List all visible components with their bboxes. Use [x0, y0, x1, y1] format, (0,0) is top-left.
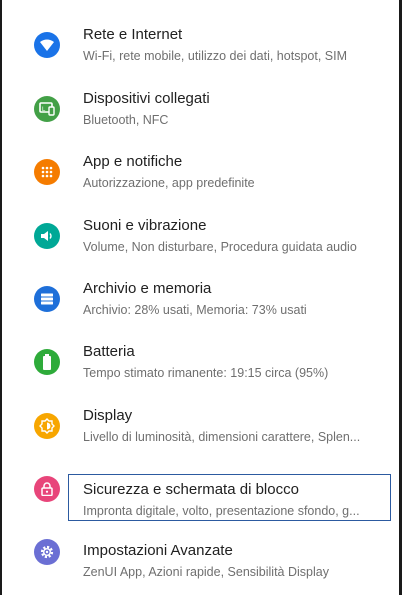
settings-item-title: Dispositivi collegati — [83, 90, 210, 107]
settings-item-connected-devices[interactable]: L Dispositivi collegati Bluetooth, NFC — [2, 80, 399, 142]
storage-icon — [34, 286, 60, 312]
lock-icon — [34, 476, 60, 502]
settings-item-subtitle: Wi-Fi, rete mobile, utilizzo dei dati, h… — [83, 49, 347, 63]
gear-icon — [34, 539, 60, 565]
focus-highlight — [68, 474, 391, 521]
settings-item-subtitle: Archivio: 28% usati, Memoria: 73% usati — [83, 303, 307, 317]
settings-item-title: Display — [83, 407, 133, 424]
settings-item-subtitle: Bluetooth, NFC — [83, 113, 169, 127]
volume-icon — [34, 223, 60, 249]
settings-item-title: Suoni e vibrazione — [83, 217, 207, 234]
connected-devices-icon: L — [34, 96, 60, 122]
settings-item-subtitle: ZenUI App, Azioni rapide, Sensibilità Di… — [83, 565, 329, 579]
settings-item-subtitle: Volume, Non disturbare, Procedura guidat… — [83, 240, 357, 254]
settings-item-apps[interactable]: App e notifiche Autorizzazione, app pred… — [2, 143, 399, 205]
settings-item-storage[interactable]: Archivio e memoria Archivio: 28% usati, … — [2, 270, 399, 332]
settings-item-subtitle: Livello di luminosità, dimensioni caratt… — [83, 430, 361, 444]
apps-grid-icon — [34, 159, 60, 185]
settings-item-subtitle: Autorizzazione, app predefinite — [83, 176, 255, 190]
settings-item-display[interactable]: Display Livello di luminosità, dimension… — [2, 397, 399, 459]
settings-item-battery[interactable]: Batteria Tempo stimato rimanente: 19:15 … — [2, 333, 399, 395]
settings-item-title: Rete e Internet — [83, 26, 183, 43]
settings-item-sound[interactable]: Suoni e vibrazione Volume, Non disturbar… — [2, 207, 399, 269]
settings-item-advanced[interactable]: Impostazioni Avanzate ZenUI App, Azioni … — [2, 524, 399, 586]
battery-icon — [34, 349, 60, 375]
brightness-icon — [34, 413, 60, 439]
wifi-icon — [34, 32, 60, 58]
settings-item-network[interactable]: Rete e Internet Wi-Fi, rete mobile, util… — [2, 16, 399, 78]
settings-item-subtitle: Tempo stimato rimanente: 19:15 circa (95… — [83, 366, 329, 380]
settings-item-title: Archivio e memoria — [83, 280, 212, 297]
settings-item-title: Impostazioni Avanzate — [83, 542, 233, 559]
settings-item-title: Batteria — [83, 343, 135, 360]
settings-item-title: App e notifiche — [83, 153, 183, 170]
